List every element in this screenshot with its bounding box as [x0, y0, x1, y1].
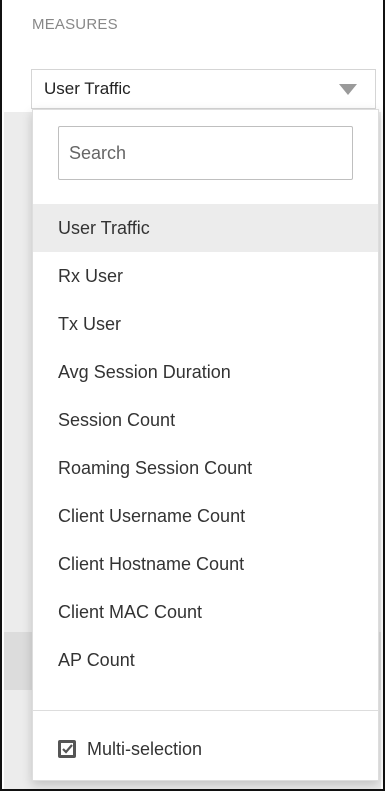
- option-ap-count[interactable]: AP Count: [33, 636, 378, 684]
- multi-selection-toggle[interactable]: Multi-selection: [57, 734, 202, 764]
- measures-panel: MEASURES User Traffic User Traffic Rx Us…: [0, 0, 385, 791]
- divider: [33, 710, 378, 711]
- option-session-count[interactable]: Session Count: [33, 396, 378, 444]
- options-list: User Traffic Rx User Tx User Avg Session…: [33, 204, 378, 684]
- option-client-username-count[interactable]: Client Username Count: [33, 492, 378, 540]
- option-user-traffic[interactable]: User Traffic: [33, 204, 378, 252]
- option-rx-user[interactable]: Rx User: [33, 252, 378, 300]
- multi-selection-label: Multi-selection: [87, 738, 203, 759]
- measure-dropdown: User Traffic Rx User Tx User Avg Session…: [32, 109, 379, 781]
- option-avg-session-duration[interactable]: Avg Session Duration: [33, 348, 378, 396]
- option-client-hostname-count[interactable]: Client Hostname Count: [33, 540, 378, 588]
- measure-select[interactable]: User Traffic: [31, 69, 376, 109]
- measure-select-value: User Traffic: [44, 79, 131, 98]
- option-client-mac-count[interactable]: Client MAC Count: [33, 588, 378, 636]
- checkbox-checked-icon[interactable]: [57, 739, 77, 759]
- measures-label: MEASURES: [32, 16, 118, 33]
- search-input[interactable]: [58, 126, 353, 180]
- option-roaming-session-count[interactable]: Roaming Session Count: [33, 444, 378, 492]
- chevron-down-icon[interactable]: [339, 84, 357, 95]
- option-tx-user[interactable]: Tx User: [33, 300, 378, 348]
